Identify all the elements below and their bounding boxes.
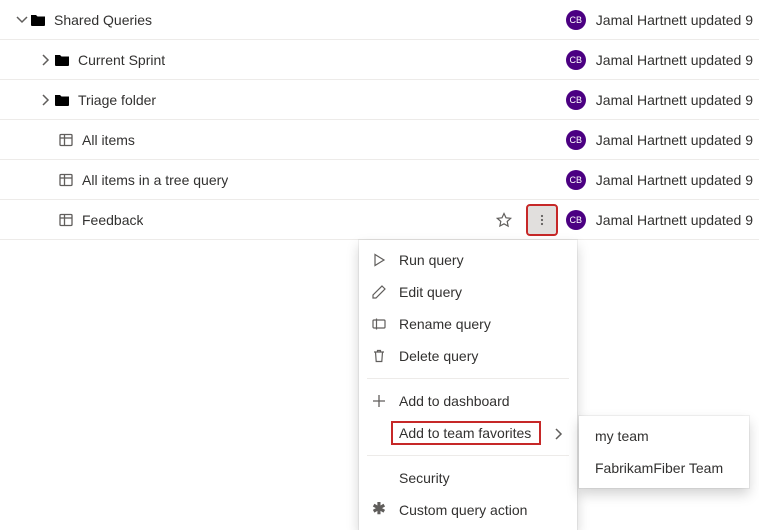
avatar: CB (566, 210, 586, 230)
tree-row-label: Feedback (82, 212, 143, 228)
tree-row-label: Current Sprint (78, 52, 165, 68)
tree-row-folder[interactable]: Current Sprint CB Jamal Hartnett updated… (0, 40, 759, 80)
menu-item-label: Custom query action (399, 502, 565, 518)
menu-item-custom-query-action[interactable]: ✱ Custom query action (359, 494, 577, 526)
chevron-down-icon[interactable] (14, 12, 30, 28)
tree-row-query[interactable]: All items in a tree query CB Jamal Hartn… (0, 160, 759, 200)
modified-text: Jamal Hartnett updated 9 (596, 92, 753, 108)
team-favorites-submenu: my team FabrikamFiber Team (579, 416, 749, 488)
context-menu: Run query Edit query Rename query Delete… (359, 240, 577, 530)
query-icon (58, 172, 74, 188)
modified-text: Jamal Hartnett updated 9 (596, 172, 753, 188)
menu-item-add-to-dashboard[interactable]: Add to dashboard (359, 385, 577, 417)
tree-row-query[interactable]: All items CB Jamal Hartnett updated 9 (0, 120, 759, 160)
modified-text: Jamal Hartnett updated 9 (596, 52, 753, 68)
tree-row-query[interactable]: Feedback CB Jamal Hartnett updated 9 (0, 200, 759, 240)
menu-item-label: Security (399, 470, 565, 486)
chevron-right-icon (551, 426, 565, 440)
menu-item-label: Run query (399, 252, 565, 268)
play-icon (371, 252, 387, 268)
tree-row-label: All items in a tree query (82, 172, 228, 188)
tree-row-label: Shared Queries (54, 12, 152, 28)
folder-icon (30, 12, 46, 28)
avatar: CB (566, 50, 586, 70)
tree-row-folder[interactable]: Shared Queries CB Jamal Hartnett updated… (0, 0, 759, 40)
more-actions-button[interactable] (528, 206, 556, 234)
menu-item-security[interactable]: Security (359, 462, 577, 494)
menu-item-delete-query[interactable]: Delete query (359, 340, 577, 372)
menu-item-add-to-team-favorites[interactable]: Add to team favorites (359, 417, 577, 449)
tree-row-label: Triage folder (78, 92, 156, 108)
query-icon (58, 212, 74, 228)
folder-icon (54, 52, 70, 68)
menu-item-run-query[interactable]: Run query (359, 244, 577, 276)
avatar: CB (566, 130, 586, 150)
menu-item-label: Add to team favorites (393, 423, 539, 443)
rename-icon (371, 316, 387, 332)
modified-text: Jamal Hartnett updated 9 (596, 12, 753, 28)
menu-item-label: FabrikamFiber Team (595, 460, 733, 476)
menu-separator (367, 455, 569, 456)
avatar: CB (566, 90, 586, 110)
avatar: CB (566, 170, 586, 190)
menu-separator (367, 378, 569, 379)
menu-item-label: Rename query (399, 316, 565, 332)
asterisk-icon: ✱ (371, 502, 387, 518)
tree-row-folder[interactable]: Triage folder CB Jamal Hartnett updated … (0, 80, 759, 120)
menu-item-label: my team (595, 428, 733, 444)
chevron-right-icon[interactable] (38, 52, 54, 68)
tree-row-label: All items (82, 132, 135, 148)
folder-icon (54, 92, 70, 108)
modified-text: Jamal Hartnett updated 9 (596, 212, 753, 228)
pencil-icon (371, 284, 387, 300)
modified-text: Jamal Hartnett updated 9 (596, 132, 753, 148)
submenu-item-my-team[interactable]: my team (579, 420, 749, 452)
menu-item-label: Edit query (399, 284, 565, 300)
menu-item-label: Delete query (399, 348, 565, 364)
plus-icon (371, 393, 387, 409)
trash-icon (371, 348, 387, 364)
favorite-star-button[interactable] (490, 206, 518, 234)
menu-item-rename-query[interactable]: Rename query (359, 308, 577, 340)
avatar: CB (566, 10, 586, 30)
query-tree: Shared Queries CB Jamal Hartnett updated… (0, 0, 759, 240)
chevron-right-icon[interactable] (38, 92, 54, 108)
menu-item-edit-query[interactable]: Edit query (359, 276, 577, 308)
menu-item-label: Add to dashboard (399, 393, 565, 409)
submenu-item-fabrikamfiber-team[interactable]: FabrikamFiber Team (579, 452, 749, 484)
query-icon (58, 132, 74, 148)
